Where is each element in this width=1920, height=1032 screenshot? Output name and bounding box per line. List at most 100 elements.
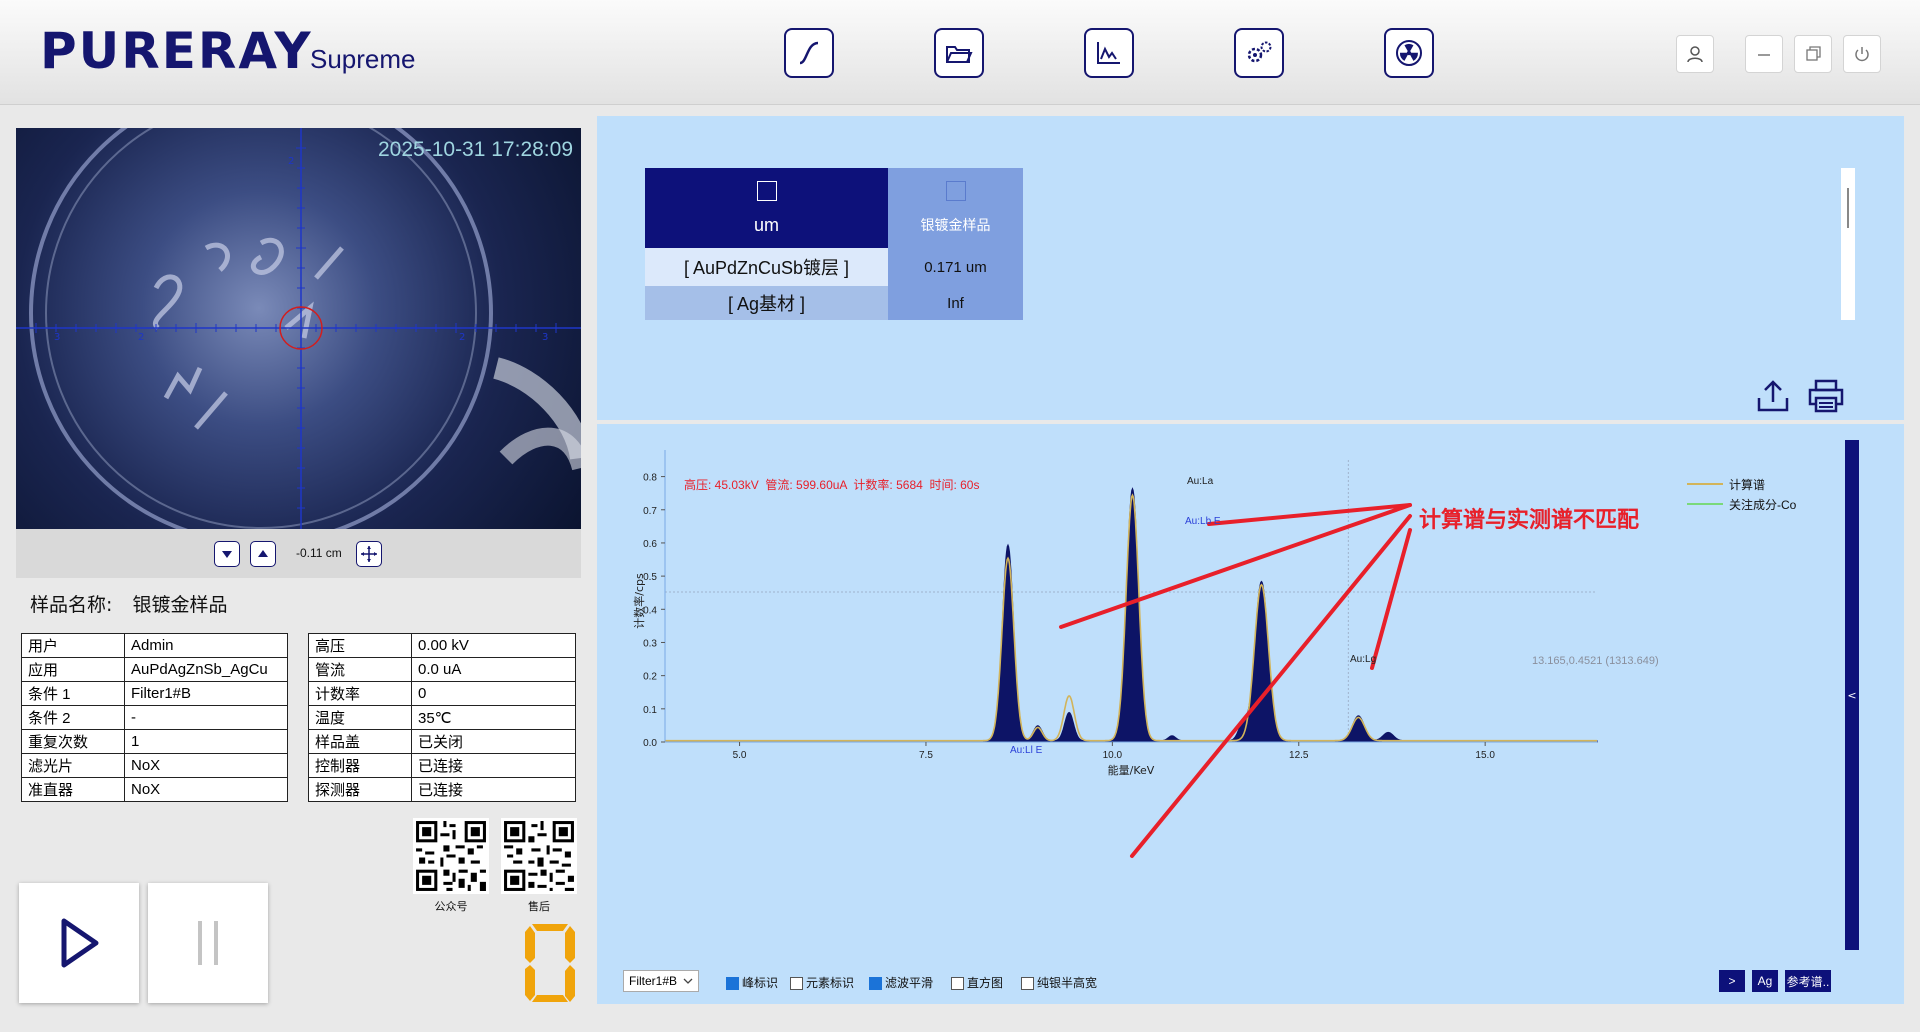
table-row: 计数率 0 bbox=[308, 681, 576, 706]
checkbox[interactable] bbox=[869, 977, 882, 991]
qr-code-icon bbox=[501, 818, 577, 894]
qr-service: 售后 bbox=[501, 818, 577, 914]
legend-swatch bbox=[1687, 483, 1723, 485]
qr-label: 售后 bbox=[528, 901, 550, 913]
qr-code-icon bbox=[413, 818, 489, 894]
peak-label: Au:Lb E bbox=[1185, 516, 1221, 527]
y-tick-label: 0.6 bbox=[643, 539, 657, 550]
sample-name-value: 银镀金样品 bbox=[132, 594, 228, 616]
settings-button[interactable] bbox=[1234, 28, 1284, 78]
option-peak-id[interactable]: 峰标识 bbox=[726, 974, 778, 991]
camera-controls: -0.11 cm bbox=[16, 529, 581, 577]
play-icon bbox=[61, 918, 99, 968]
camera-image bbox=[16, 128, 581, 529]
checkbox[interactable] bbox=[726, 977, 739, 991]
table-row: 条件 1 Filter1#B bbox=[21, 681, 288, 706]
checkbox[interactable] bbox=[790, 977, 803, 991]
app-logo: PURERAY bbox=[40, 22, 313, 80]
print-button[interactable] bbox=[1807, 378, 1845, 418]
element-ag-button[interactable]: Ag bbox=[1752, 970, 1778, 992]
result-scrollbar[interactable] bbox=[1841, 168, 1855, 320]
camera-view[interactable]: 3 2 2 3 2 2025-10-31 17:28:09 bbox=[16, 128, 581, 529]
pause-measurement-button[interactable] bbox=[148, 883, 268, 1003]
layer-name-cell: [ AuPdZnCuSb镀层 ] bbox=[645, 248, 888, 286]
option-ag-fwhm[interactable]: 纯银半高宽 bbox=[1021, 974, 1097, 991]
option-smoothing[interactable]: 滤波平滑 bbox=[869, 974, 933, 991]
y-tick-label: 0.7 bbox=[643, 506, 657, 517]
result-panel: um 银镀金样品 [ AuPdZnCuSb镀层 ] 0.171 um [ Ag基… bbox=[597, 116, 1904, 420]
table-row: 温度 35℃ bbox=[308, 705, 576, 730]
restore-button[interactable] bbox=[1794, 35, 1832, 73]
scale-tick-label: 3 bbox=[542, 332, 549, 343]
folder-open-icon bbox=[946, 46, 973, 63]
x-tick-label: 7.5 bbox=[919, 750, 933, 761]
layer-thickness-cell: 0.171 um bbox=[888, 248, 1023, 286]
app-header: PURERAY Supreme bbox=[0, 0, 1920, 105]
radiation-icon bbox=[1396, 40, 1422, 66]
table-row: 重复次数 1 bbox=[21, 729, 288, 754]
select-all-checkbox[interactable] bbox=[756, 180, 777, 201]
checkbox[interactable] bbox=[951, 977, 964, 991]
acquisition-status: 高压: 45.03kV 管流: 599.60uA 计数率: 5684 时间: 6… bbox=[684, 478, 980, 492]
export-button[interactable] bbox=[1755, 378, 1791, 418]
filter-select[interactable]: Filter1#B bbox=[623, 970, 699, 992]
acquisition-info-table: 用户 Admin 应用 AuPdAgZnSb_AgCu 条件 1 Filter1#B … bbox=[21, 633, 288, 802]
table-row: 应用 AuPdAgZnSb_AgCu bbox=[21, 657, 288, 682]
side-panel-toggle[interactable]: < bbox=[1845, 440, 1859, 950]
arrow-line bbox=[1370, 528, 1412, 670]
stage-down-button[interactable] bbox=[214, 541, 240, 567]
user-button[interactable] bbox=[1676, 35, 1714, 73]
power-button[interactable] bbox=[1843, 35, 1881, 73]
sample-name-row: 样品名称: 银镀金样品 bbox=[30, 590, 227, 617]
result-sample-header: 银镀金样品 bbox=[888, 168, 1023, 248]
progress-counter: 0 bbox=[520, 920, 580, 1006]
move-center-icon bbox=[361, 546, 377, 562]
arrow-down-icon bbox=[222, 551, 232, 558]
start-measurement-button[interactable] bbox=[19, 883, 139, 1003]
radiation-button[interactable] bbox=[1384, 28, 1434, 78]
y-tick-label: 0.8 bbox=[643, 473, 657, 484]
layer-name-cell: [ Ag基材 ] bbox=[645, 286, 888, 320]
x-tick-label: 15.0 bbox=[1475, 750, 1495, 761]
calibration-curve-button[interactable] bbox=[784, 28, 834, 78]
table-row: 样品盖 已关闭 bbox=[308, 729, 576, 754]
reference-spectrum-button[interactable]: 参考谱.. bbox=[1785, 970, 1831, 992]
qr-label: 公众号 bbox=[434, 901, 468, 913]
seven-segment-digit-icon bbox=[525, 924, 575, 1002]
scale-tick-label: 2 bbox=[459, 332, 466, 343]
y-axis-label: 计数率/cps bbox=[632, 573, 646, 629]
pause-icon bbox=[198, 921, 218, 965]
scrollbar-thumb[interactable] bbox=[1847, 188, 1849, 228]
settings-gears-icon bbox=[1247, 41, 1272, 63]
stage-up-button[interactable] bbox=[250, 541, 276, 567]
table-row: 条件 2- bbox=[21, 705, 288, 730]
camera-timestamp: 2025-10-31 17:28:09 bbox=[378, 138, 573, 161]
table-row: 管流 0.0 uA bbox=[308, 657, 576, 682]
spectrum-panel: 0.0 0.1 0.2 0.3 0.4 0.5 0.6 0.7 0.8 5.0 7.5 10.0 12.… bbox=[597, 424, 1904, 1004]
stage-center-button[interactable] bbox=[356, 541, 382, 567]
cursor-readout: 13.165,0.4521 (1313.649) bbox=[1532, 655, 1659, 667]
sample-column-checkbox[interactable] bbox=[945, 181, 966, 201]
spectrum-view-button[interactable] bbox=[1084, 28, 1134, 78]
option-histogram[interactable]: 直方图 bbox=[951, 974, 1003, 991]
arrow-up-icon bbox=[258, 550, 268, 557]
power-icon bbox=[1855, 47, 1869, 62]
table-row: 控制器 已连接 bbox=[308, 753, 576, 778]
peak-label: Au:Lg bbox=[1350, 654, 1377, 665]
table-row: 用户 Admin bbox=[21, 633, 288, 658]
minimize-button[interactable] bbox=[1745, 35, 1783, 73]
y-tick-label: 0.2 bbox=[643, 672, 657, 683]
open-file-button[interactable] bbox=[934, 28, 984, 78]
checkbox[interactable] bbox=[1021, 977, 1034, 991]
table-row: 滤光片 NoX bbox=[21, 753, 288, 778]
legend-item: 关注成分-Co bbox=[1687, 494, 1796, 514]
x-tick-label: 12.5 bbox=[1289, 750, 1309, 761]
stage-position-readout: -0.11 cm bbox=[296, 546, 342, 560]
scale-tick-label: 2 bbox=[138, 332, 145, 343]
y-tick-label: 0.0 bbox=[643, 738, 657, 749]
option-element-id[interactable]: 元素标识 bbox=[790, 974, 854, 991]
next-button[interactable]: > bbox=[1719, 970, 1745, 992]
scale-tick-label: 2 bbox=[288, 156, 295, 167]
legend-swatch bbox=[1687, 503, 1723, 505]
user-icon bbox=[1687, 46, 1703, 63]
